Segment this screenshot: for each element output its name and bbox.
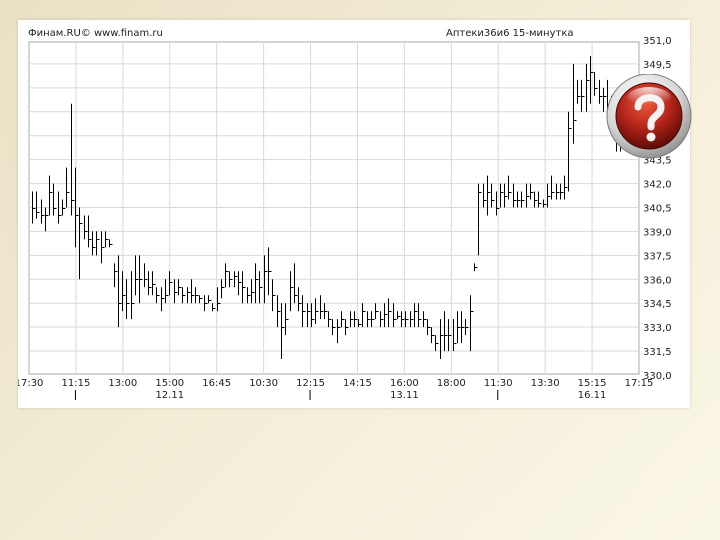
y-tick-label: 342,0: [643, 180, 672, 191]
x-tick-label: 18:00: [437, 378, 466, 389]
y-tick-label: 351,0: [643, 36, 672, 47]
x-tick-label: 15:15: [578, 378, 607, 389]
x-tick-label: 15:00: [155, 378, 184, 389]
x-tick-label: 14:15: [343, 378, 372, 389]
x-tick-label: 17:30: [18, 378, 43, 389]
x-tick-label: 11:30: [484, 378, 513, 389]
instrument-label: Аптеки36и6 15-минутка: [446, 28, 574, 39]
x-tick-label: 13:00: [108, 378, 137, 389]
ohlc-chart: Финам.RU© www.finam.ru Аптеки36и6 15-мин…: [18, 28, 672, 401]
x-tick-label: 10:30: [249, 378, 278, 389]
y-tick-label: 334,5: [643, 299, 672, 310]
x-tick-label: 16:45: [202, 378, 231, 389]
help-question-button[interactable]: [606, 74, 696, 164]
y-tick-label: 339,0: [643, 227, 672, 238]
date-label: 13.11: [390, 390, 419, 401]
y-tick-label: 337,5: [643, 251, 672, 262]
source-label: Финам.RU© www.finam.ru: [28, 28, 163, 39]
x-tick-label: 17:15: [625, 378, 654, 389]
y-tick-label: 336,0: [643, 275, 672, 286]
y-tick-label: 333,0: [643, 323, 672, 334]
date-label: 16.11: [578, 390, 607, 401]
y-tick-label: 331,5: [643, 347, 672, 358]
y-tick-label: 349,5: [643, 60, 672, 71]
x-tick-label: 11:15: [62, 378, 91, 389]
x-tick-label: 12:15: [296, 378, 325, 389]
x-tick-label: 16:00: [390, 378, 419, 389]
date-label: 12.11: [155, 390, 184, 401]
x-axis: 17:30 11:15 13:00 15:00 16:45 10:30 12:15 14:15…: [18, 378, 653, 401]
chart-panel: Финам.RU© www.finam.ru Аптеки36и6 15-мин…: [18, 20, 690, 408]
help-question-icon: [606, 74, 692, 159]
x-tick-label: 13:30: [531, 378, 560, 389]
y-tick-label: 340,5: [643, 204, 672, 215]
